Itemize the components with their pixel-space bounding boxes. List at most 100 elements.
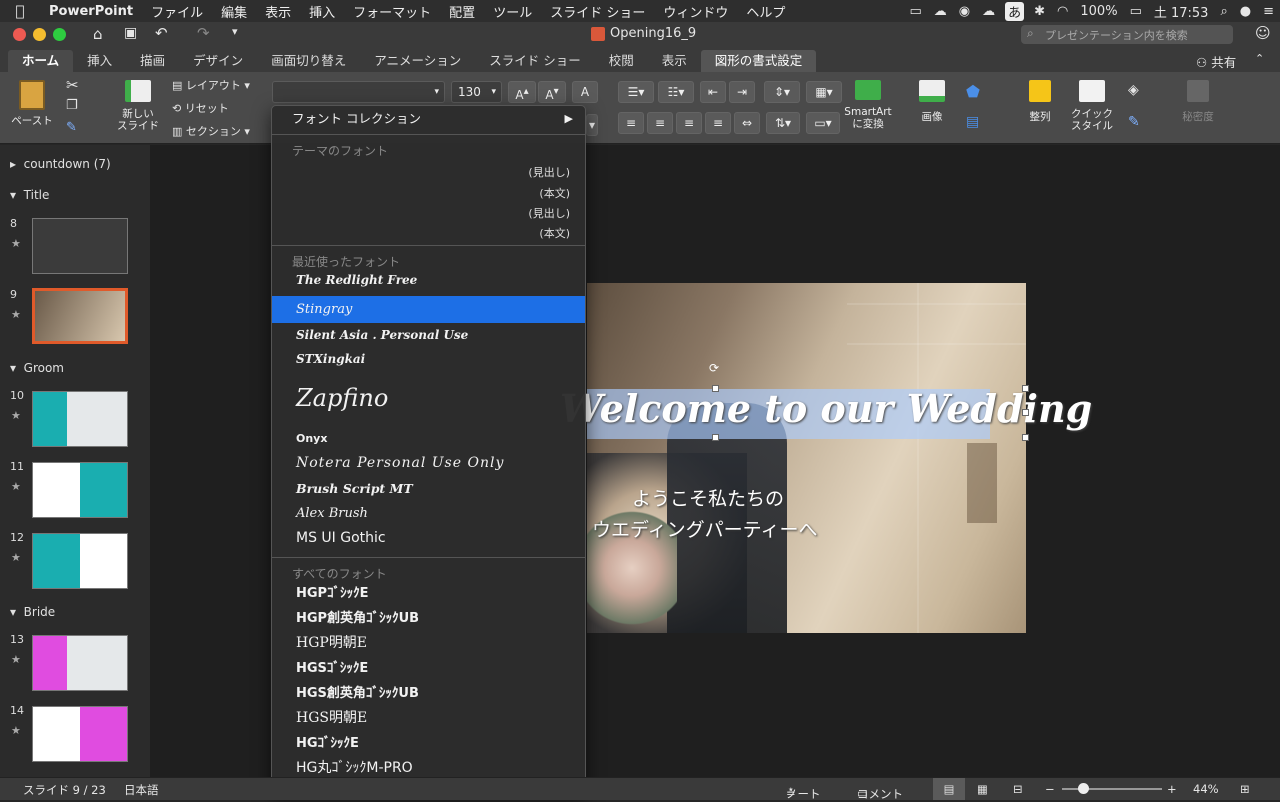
theme-heading-font[interactable]: (見出し): [528, 164, 570, 180]
font-item[interactable]: Notera Personal Use Only: [272, 451, 585, 476]
menu-window[interactable]: ウィンドウ: [654, 2, 737, 21]
tab-insert[interactable]: 挿入: [73, 50, 126, 72]
minimize-window-button[interactable]: [33, 28, 46, 41]
resize-handle[interactable]: [712, 385, 719, 392]
tab-review[interactable]: 校閲: [595, 50, 648, 72]
zoom-window-button[interactable]: [53, 28, 66, 41]
font-item[interactable]: HGP明朝E: [272, 631, 585, 656]
rotate-handle-icon[interactable]: ⟳: [709, 361, 719, 375]
resize-handle[interactable]: [1022, 409, 1029, 416]
sensitivity-button[interactable]: 秘密度: [1176, 80, 1220, 123]
zoom-out-icon[interactable]: −: [1045, 782, 1055, 796]
textbox-icon[interactable]: ▤: [966, 114, 979, 130]
font-item[interactable]: HGP創英角ｺﾞｼｯｸUB: [272, 606, 585, 631]
slide-thumbnail-8[interactable]: [32, 218, 128, 274]
menu-edit[interactable]: 編集: [212, 2, 256, 21]
justify-icon[interactable]: ≡: [705, 112, 731, 134]
reading-view-icon[interactable]: ⊟: [1013, 782, 1023, 796]
shape-outline-icon[interactable]: ✎: [1128, 114, 1140, 130]
font-item[interactable]: MS UI Gothic: [272, 526, 585, 551]
reset-button[interactable]: ⟲ リセット: [172, 100, 229, 116]
slide-thumbnail-12[interactable]: [32, 533, 128, 589]
resize-handle[interactable]: [1022, 385, 1029, 392]
menu-arrange[interactable]: 配置: [440, 2, 484, 21]
app-menu[interactable]: PowerPoint: [40, 4, 142, 19]
shapes-icon[interactable]: ⬟: [966, 82, 980, 101]
font-item[interactable]: HGPｺﾞｼｯｸE: [272, 581, 585, 606]
share-button[interactable]: ⚇ 共有: [1196, 52, 1236, 71]
font-item[interactable]: STXingkai: [272, 347, 585, 372]
zoom-in-icon[interactable]: +: [1167, 782, 1177, 796]
siri-icon[interactable]: ●: [1234, 4, 1257, 19]
theme-body-font-ea[interactable]: (本文): [539, 225, 570, 241]
numbering-button[interactable]: ☷▾: [658, 81, 694, 103]
slide-title[interactable]: Welcome to our Wedding: [560, 386, 1092, 431]
line-spacing-button[interactable]: ⇕▾: [764, 81, 800, 103]
slide-thumbnail-14[interactable]: [32, 706, 128, 762]
convert-to-smartart-button[interactable]: SmartArt に変換: [842, 80, 894, 130]
font-name-combo[interactable]: ▾: [272, 81, 445, 103]
search-box[interactable]: ⌕ プレゼンテーション内を検索: [1021, 25, 1233, 44]
bullets-button[interactable]: ☰▾: [618, 81, 654, 103]
align-center-icon[interactable]: ≡: [647, 112, 673, 134]
section-groom[interactable]: ▾ Groom: [10, 361, 64, 375]
zoom-level[interactable]: 44%: [1193, 782, 1219, 796]
customize-toolbar-icon[interactable]: ▾: [232, 25, 238, 38]
tab-design[interactable]: デザイン: [179, 50, 257, 72]
home-icon[interactable]: ⌂: [93, 25, 103, 43]
menu-tools[interactable]: ツール: [484, 2, 541, 21]
tab-draw[interactable]: 描画: [126, 50, 179, 72]
align-right-icon[interactable]: ≡: [676, 112, 702, 134]
font-color-dropdown[interactable]: ▾: [586, 114, 598, 136]
format-painter-icon[interactable]: ✎: [66, 120, 77, 135]
slide-thumbnail-10[interactable]: [32, 391, 128, 447]
theme-heading-font-ea[interactable]: (見出し): [528, 205, 570, 221]
tab-shape-format[interactable]: 図形の書式設定: [700, 50, 817, 72]
section-button[interactable]: ▥ セクション ▾: [172, 123, 250, 139]
distribute-icon[interactable]: ⇔: [734, 112, 760, 134]
wifi-icon[interactable]: ◠: [1051, 4, 1074, 19]
quick-styles-button[interactable]: クイック スタイル: [1068, 80, 1116, 132]
increase-indent-icon[interactable]: ⇥: [729, 81, 755, 103]
font-item[interactable]: Zapfino: [272, 372, 585, 424]
tab-animations[interactable]: アニメーション: [360, 50, 475, 72]
cloud-upload-icon[interactable]: ☁: [976, 4, 1001, 19]
font-item[interactable]: Alex Brush: [272, 501, 585, 526]
resize-handle[interactable]: [1022, 434, 1029, 441]
section-bride[interactable]: ▾ Bride: [10, 605, 55, 619]
font-item-selected[interactable]: Stingray: [272, 296, 585, 323]
theme-body-font[interactable]: (本文): [539, 185, 570, 201]
font-size-combo[interactable]: 130 ▾: [451, 81, 502, 103]
slide-thumbnail-9[interactable]: [32, 288, 128, 344]
apple-icon[interactable]: : [0, 2, 40, 20]
clear-formatting-icon[interactable]: A: [572, 81, 598, 103]
increase-font-size-button[interactable]: A▴: [508, 81, 536, 103]
font-item[interactable]: The Redlight Free: [272, 268, 585, 293]
tab-home[interactable]: ホーム: [8, 50, 74, 72]
menu-slideshow[interactable]: スライド ショー: [541, 2, 654, 21]
font-collection-item[interactable]: フォント コレクション ▶: [272, 106, 585, 133]
save-icon[interactable]: ▣: [124, 25, 137, 41]
columns-button[interactable]: ▦▾: [806, 81, 842, 103]
notification-center-icon[interactable]: ≡: [1257, 4, 1280, 19]
font-item[interactable]: HGSｺﾞｼｯｸE: [272, 656, 585, 681]
menu-file[interactable]: ファイル: [142, 2, 212, 21]
arrange-button[interactable]: 整列: [1018, 80, 1062, 123]
slide-thumbnail-11[interactable]: [32, 462, 128, 518]
slide-thumbnail-13[interactable]: [32, 635, 128, 691]
font-item[interactable]: HGｺﾞｼｯｸE: [272, 731, 585, 756]
new-slide-button[interactable]: 新しい スライド: [110, 80, 166, 132]
account-icon[interactable]: ☺: [1255, 24, 1271, 42]
normal-view-icon[interactable]: ▤: [933, 778, 965, 800]
menu-format[interactable]: フォーマット: [344, 2, 440, 21]
undo-icon[interactable]: ↶: [155, 24, 168, 42]
battery-percent[interactable]: 100%: [1074, 4, 1123, 19]
zoom-slider[interactable]: [1062, 788, 1162, 790]
picture-button[interactable]: 画像: [910, 80, 954, 123]
slide-sorter-icon[interactable]: ▦: [977, 782, 988, 796]
slide-photo[interactable]: [587, 283, 1026, 633]
font-item[interactable]: HGS明朝E: [272, 706, 585, 731]
section-title[interactable]: ▾ Title: [10, 188, 49, 202]
tab-transitions[interactable]: 画面切り替え: [257, 50, 360, 72]
screen-icon[interactable]: ▭: [903, 4, 927, 19]
